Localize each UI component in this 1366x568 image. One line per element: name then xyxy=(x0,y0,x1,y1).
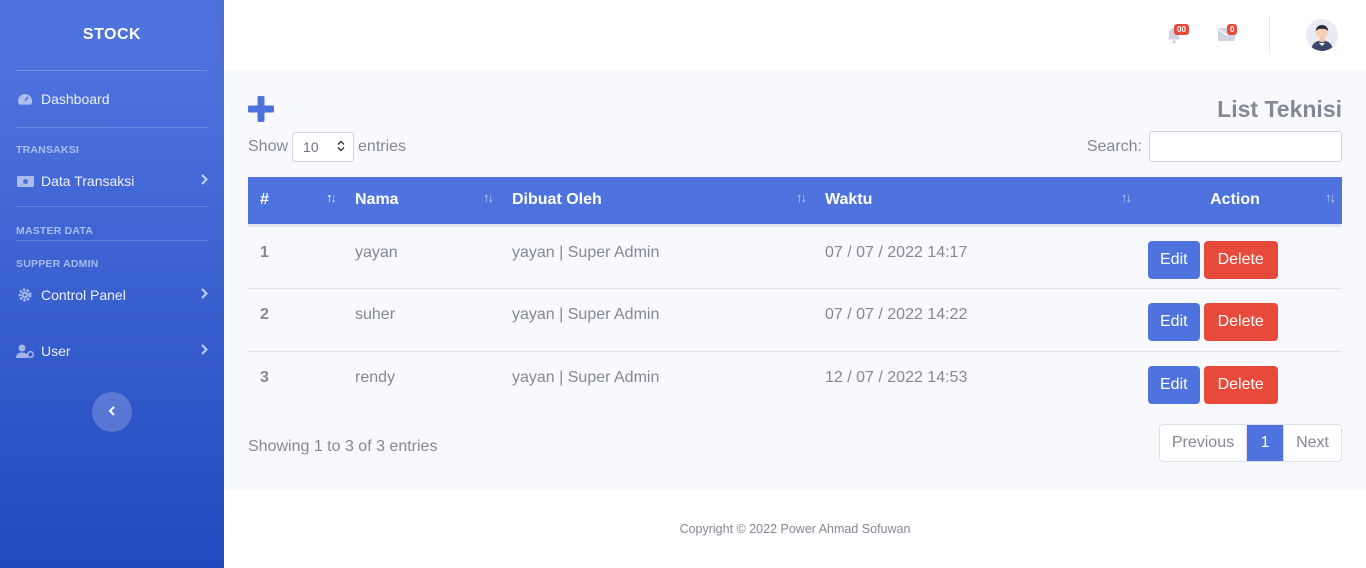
sort-asc-icon: ↑↓ xyxy=(326,190,337,205)
column-header-label: Waktu xyxy=(825,191,873,209)
search-input[interactable] xyxy=(1149,131,1342,162)
pagination-previous[interactable]: Previous xyxy=(1160,425,1248,461)
entries-length-control: Show 10 entries xyxy=(248,132,406,162)
pagination-next[interactable]: Next xyxy=(1283,425,1341,461)
cell-waktu: 12 / 07 / 2022 14:53 xyxy=(825,368,968,386)
column-header-dibuat-oleh[interactable]: Dibuat Oleh ↑↓ xyxy=(500,177,813,227)
sort-icon: ↑↓ xyxy=(483,190,494,205)
chevron-right-icon xyxy=(200,344,208,358)
table-search: Search: xyxy=(1087,131,1342,162)
chevron-right-icon xyxy=(200,174,208,188)
cell-number: 3 xyxy=(260,368,269,386)
table-row: 2 suher yayan | Super Admin 07 / 07 / 20… xyxy=(248,288,1342,352)
column-header-number[interactable]: # ↑↓ xyxy=(248,177,343,227)
search-label: Search: xyxy=(1086,137,1142,155)
cell-waktu: 07 / 07 / 2022 14:17 xyxy=(813,225,1138,289)
messages-button[interactable]: 0 xyxy=(1218,24,1238,44)
cell-nama: suher xyxy=(343,288,500,352)
sidebar-item-control-panel[interactable]: Control Panel xyxy=(0,270,224,320)
edit-button[interactable]: Edit xyxy=(1148,365,1200,404)
column-header-label: Nama xyxy=(355,191,399,209)
cog-icon xyxy=(16,288,34,302)
chevron-left-icon xyxy=(108,403,116,421)
column-header-label: # xyxy=(260,191,269,209)
column-header-label: Dibuat Oleh xyxy=(512,191,602,209)
select-arrows-icon xyxy=(337,139,345,155)
user-avatar[interactable] xyxy=(1306,19,1338,51)
sidebar: STOCK Dashboard TRANSAKSI Data Transaksi… xyxy=(0,0,224,568)
page-title: List Teknisi xyxy=(1217,96,1342,122)
sort-icon: ↑↓ xyxy=(1325,190,1336,205)
brand-logo[interactable]: STOCK xyxy=(0,0,224,70)
cell-dibuat-oleh: yayan | Super Admin xyxy=(512,368,660,386)
alerts-counter-badge: 00 xyxy=(1174,24,1189,35)
sidebar-item-label: Dashboard xyxy=(41,91,110,107)
plus-icon xyxy=(248,96,274,126)
cell-nama: yayan xyxy=(343,225,500,289)
sort-icon: ↑↓ xyxy=(796,190,807,205)
alerts-button[interactable]: 00 xyxy=(1166,24,1189,44)
table-row: 1 yayan yayan | Super Admin 07 / 07 / 20… xyxy=(248,225,1342,289)
messages-counter-badge: 0 xyxy=(1227,24,1238,35)
cell-action: Edit Delete xyxy=(1138,351,1342,414)
footer: Copyright © 2022 Power Ahmad Sofuwan xyxy=(224,490,1366,568)
money-bill-icon xyxy=(16,174,34,188)
chevron-right-icon xyxy=(200,288,208,302)
entries-select-value: 10 xyxy=(303,139,319,155)
sidebar-divider xyxy=(16,240,208,241)
edit-button[interactable]: Edit xyxy=(1148,302,1200,341)
sidebar-divider xyxy=(16,127,208,128)
cell-dibuat-oleh: yayan | Super Admin xyxy=(500,225,813,289)
delete-button[interactable]: Delete xyxy=(1203,302,1278,341)
sidebar-item-label: Data Transaksi xyxy=(41,173,135,189)
column-header-label: Action xyxy=(1210,191,1260,209)
cell-number: 1 xyxy=(248,225,343,289)
sidebar-item-data-transaksi[interactable]: Data Transaksi xyxy=(0,156,224,206)
topbar-divider xyxy=(1269,16,1270,54)
sidebar-heading-supper-admin: SUPPER ADMIN xyxy=(16,258,99,270)
cell-number: 2 xyxy=(248,288,343,352)
sidebar-item-label: User xyxy=(41,343,71,359)
table-info: Showing 1 to 3 of 3 entries xyxy=(248,438,438,455)
column-header-nama[interactable]: Nama ↑↓ xyxy=(343,177,500,227)
delete-button[interactable]: Delete xyxy=(1203,240,1278,279)
sort-icon: ↑↓ xyxy=(1121,190,1132,205)
sidebar-heading-transaksi: TRANSAKSI xyxy=(16,144,80,156)
cell-dibuat-oleh: yayan | Super Admin xyxy=(500,288,813,352)
sidebar-item-label: Control Panel xyxy=(41,287,126,303)
sidebar-item-dashboard[interactable]: Dashboard xyxy=(0,71,224,127)
sidebar-divider xyxy=(16,206,208,207)
sidebar-item-user[interactable]: User xyxy=(0,320,224,382)
entries-label: entries xyxy=(358,138,407,155)
column-header-waktu[interactable]: Waktu ↑↓ xyxy=(813,177,1138,227)
main-content: List Teknisi Show 10 entries Search: # ↑… xyxy=(224,70,1366,490)
topbar: 00 0 xyxy=(224,0,1366,70)
sidebar-toggle-button[interactable] xyxy=(92,392,132,432)
pagination-page-1[interactable]: 1 xyxy=(1247,425,1284,461)
add-teknisi-button[interactable] xyxy=(248,96,274,122)
pagination: Previous 1 Next xyxy=(1158,424,1342,462)
copyright-text: Copyright © 2022 Power Ahmad Sofuwan xyxy=(679,522,911,536)
edit-button[interactable]: Edit xyxy=(1148,240,1200,279)
delete-button[interactable]: Delete xyxy=(1203,365,1278,404)
sidebar-heading-master-data: MASTER DATA xyxy=(16,225,94,237)
show-label: Show xyxy=(248,138,289,155)
table-row: 3 rendy yayan | Super Admin 12 / 07 / 20… xyxy=(248,351,1342,414)
cell-action: Edit Delete xyxy=(1138,288,1342,352)
teknisi-table: # ↑↓ Nama ↑↓ Dibuat Oleh ↑↓ Waktu ↑↓ Act… xyxy=(248,177,1342,414)
cell-waktu: 07 / 07 / 2022 14:22 xyxy=(813,288,1138,352)
cell-nama: rendy xyxy=(355,368,396,386)
table-header-row: # ↑↓ Nama ↑↓ Dibuat Oleh ↑↓ Waktu ↑↓ Act… xyxy=(248,177,1342,227)
entries-select[interactable]: 10 xyxy=(292,132,355,162)
tachometer-icon xyxy=(16,92,34,106)
cell-action: Edit Delete xyxy=(1138,225,1342,289)
user-cog-icon xyxy=(16,344,34,358)
column-header-action[interactable]: Action ↑↓ xyxy=(1138,177,1342,227)
